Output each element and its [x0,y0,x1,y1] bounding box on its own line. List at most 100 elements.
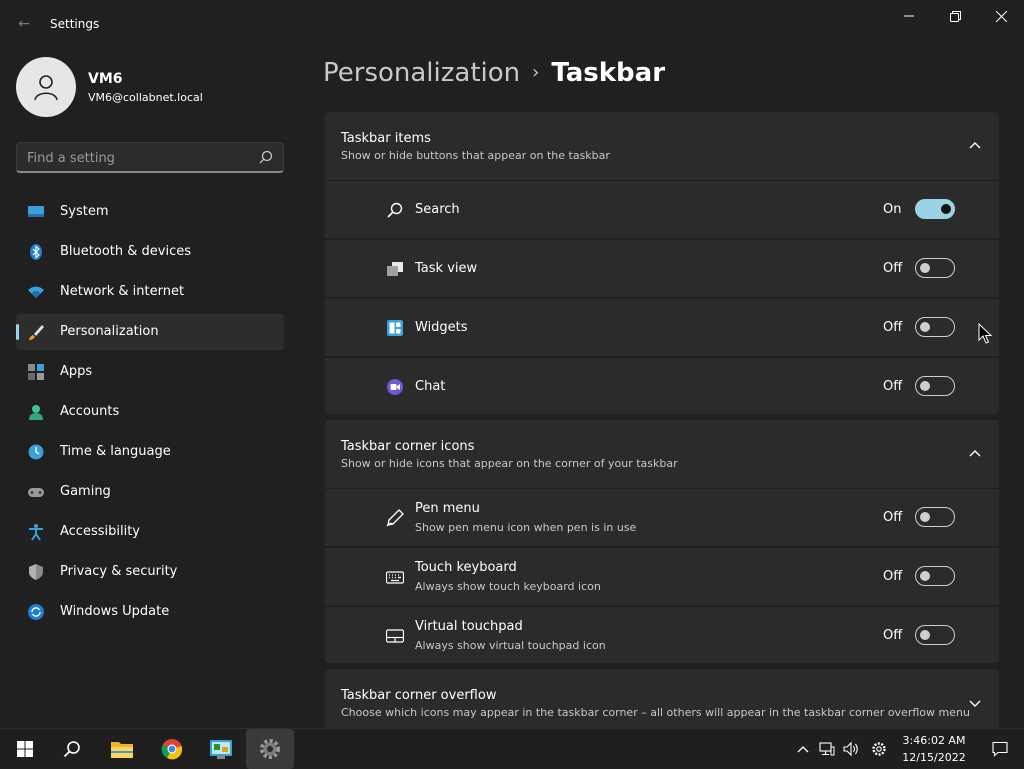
file-explorer-icon [111,742,133,758]
sidebar-item-bluetooth[interactable]: Bluetooth & devices [16,234,284,270]
chrome-button[interactable] [152,729,192,769]
taskbar: 3:46:02 AM 12/15/2022 [0,728,1024,769]
sidebar-item-label: Personalization [60,324,159,339]
maximize-button[interactable] [932,0,978,32]
volume-tray-button[interactable] [840,729,862,769]
pen-menu-toggle[interactable] [915,507,955,527]
breadcrumb-separator: › [532,62,540,83]
sidebar-item-gaming[interactable]: Gaming [16,474,284,510]
group-title: Taskbar corner icons [341,439,475,454]
sidebar-item-privacy[interactable]: Privacy & security [16,554,284,590]
setting-row-virtual-touchpad: Virtual touchpad Always show virtual tou… [325,607,999,663]
control-panel-button[interactable] [201,729,241,769]
notifications-button[interactable] [980,729,1020,769]
minimize-icon [904,15,914,17]
sidebar-item-network[interactable]: Network & internet [16,274,284,310]
close-button[interactable] [978,0,1024,32]
show-hidden-icons-button[interactable] [792,729,814,769]
group-subtitle: Show or hide icons that appear on the co… [341,457,678,470]
setting-row-widgets: Widgets Off [325,299,999,356]
sidebar-item-time-language[interactable]: Time & language [16,434,284,470]
group-title: Taskbar items [341,131,431,146]
chevron-up-icon[interactable] [967,446,983,462]
search-icon [387,202,403,218]
sidebar-item-system[interactable]: System [16,194,284,230]
accessibility-icon [29,524,43,541]
chevron-down-icon[interactable] [967,695,983,711]
toggle-state-label: Off [883,379,903,394]
task-view-icon [387,262,403,276]
corner-icons-header[interactable]: Taskbar corner icons Show or hide icons … [325,420,999,488]
user-icon [34,75,58,101]
setting-subtitle: Show pen menu icon when pen is in use [415,521,637,534]
settings-tray-button[interactable] [867,729,891,769]
back-button[interactable]: ← [14,14,34,34]
minimize-button[interactable] [886,0,932,32]
toggle-state-label: Off [883,320,903,335]
group-title: Taskbar corner overflow [341,688,497,703]
chevron-up-icon [797,746,809,753]
update-icon [28,604,44,620]
clock-date: 12/15/2022 [902,751,966,764]
user-name: VM6 [88,71,123,87]
setting-row-pen-menu: Pen menu Show pen menu icon when pen is … [325,489,999,546]
toggle-state-label: Off [883,261,903,276]
sidebar-item-label: System [60,204,109,219]
system-icon [28,206,44,217]
setting-title: Widgets [415,320,468,335]
sidebar-item-accessibility[interactable]: Accessibility [16,514,284,550]
file-explorer-button[interactable] [102,729,142,769]
corner-overflow-header[interactable]: Taskbar corner overflow Choose which ico… [325,669,999,728]
start-button[interactable] [5,729,45,769]
virtual-touchpad-toggle[interactable] [915,625,955,645]
search-toggle[interactable] [915,199,955,219]
chat-toggle[interactable] [915,376,955,396]
chevron-up-icon[interactable] [967,138,983,154]
clock-icon [28,444,44,460]
sidebar-item-label: Apps [60,364,93,379]
widgets-icon [387,320,403,336]
taskbar-clock[interactable]: 3:46:02 AM 12/15/2022 [896,732,972,766]
touchpad-icon [386,629,404,643]
search-box[interactable] [16,142,284,173]
accounts-icon [29,405,43,420]
setting-row-search: Search On [325,181,999,238]
taskbar-items-header[interactable]: Taskbar items Show or hide buttons that … [325,112,999,180]
settings-window: ← Settings VM6 VM6@collabnet.local Syste… [0,0,1024,728]
toggle-state-label: Off [883,569,903,584]
title-bar: ← Settings [0,0,1024,48]
sidebar-item-label: Accounts [60,404,120,419]
toggle-state-label: Off [883,510,903,525]
sidebar-item-label: Gaming [60,484,111,499]
setting-row-task-view: Task view Off [325,240,999,297]
pen-icon [386,509,404,527]
setting-title: Task view [415,261,478,276]
page-title: Personalization › Taskbar [323,58,665,88]
avatar [16,57,76,117]
sidebar-item-personalization[interactable]: Personalization [16,314,284,350]
settings-taskbar-button[interactable] [246,729,294,769]
gear-icon [872,742,886,756]
volume-icon [843,741,858,757]
setting-row-chat: Chat Off [325,358,999,414]
breadcrumb-parent[interactable]: Personalization [323,58,520,88]
search-input[interactable] [27,149,252,167]
toggle-state-label: On [883,202,902,217]
group-subtitle: Choose which icons may appear in the tas… [341,706,970,719]
bluetooth-icon [30,244,42,260]
task-view-toggle[interactable] [915,258,955,278]
sidebar-item-windows-update[interactable]: Windows Update [16,594,284,630]
touch-keyboard-toggle[interactable] [915,566,955,586]
sidebar-item-apps[interactable]: Apps [16,354,284,390]
keyboard-icon [386,571,404,584]
sidebar-item-label: Accessibility [60,524,140,539]
taskbar-search-button[interactable] [52,729,92,769]
sidebar-item-accounts[interactable]: Accounts [16,394,284,430]
chrome-icon [161,739,183,760]
clock-time: 3:46:02 AM [902,734,966,747]
network-tray-button[interactable] [816,729,838,769]
settings-icon [260,739,280,759]
widgets-toggle[interactable] [915,317,955,337]
setting-title: Search [415,202,460,217]
search-icon[interactable] [259,150,273,164]
